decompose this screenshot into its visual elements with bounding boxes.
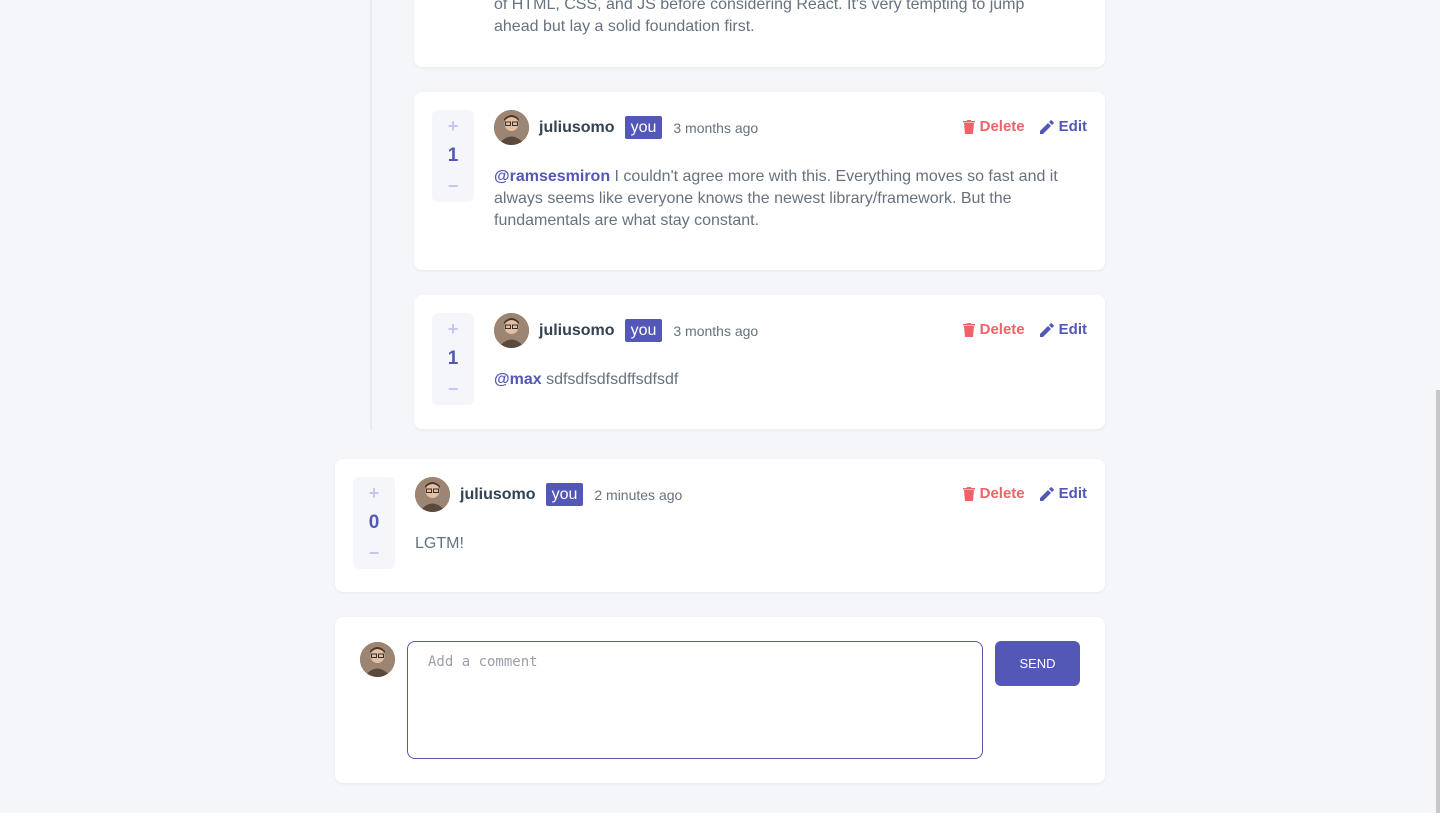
you-badge: you xyxy=(624,319,663,342)
comment-text-line: of HTML, CSS, and JS before considering … xyxy=(494,0,1025,13)
delete-label: Delete xyxy=(979,485,1025,502)
edit-button[interactable]: Edit xyxy=(1039,485,1087,502)
avatar-image xyxy=(494,313,529,348)
downvote-button[interactable]: − xyxy=(448,170,459,202)
vote-score: 0 xyxy=(368,512,380,533)
upvote-button[interactable]: + xyxy=(448,313,459,345)
avatar-image xyxy=(494,110,529,145)
edit-label: Edit xyxy=(1058,321,1087,338)
edit-button[interactable]: Edit xyxy=(1039,321,1087,338)
downvote-button[interactable]: − xyxy=(448,373,459,405)
comment-text-line: ahead but lay a solid foundation first. xyxy=(494,18,755,35)
upvote-button[interactable]: + xyxy=(448,110,459,142)
delete-button[interactable]: Delete xyxy=(962,485,1025,502)
you-badge: you xyxy=(624,116,663,139)
comment-body: @max sdfsdfsdfsdffsdfsdf xyxy=(494,369,1086,391)
avatar xyxy=(494,110,529,145)
mention-link[interactable]: @ramsesmiron xyxy=(494,168,610,185)
username[interactable]: juliusomo xyxy=(539,322,615,340)
timestamp: 3 months ago xyxy=(673,322,759,339)
comment-text: sdfsdfsdfsdffsdfsdf xyxy=(541,371,679,388)
comment-body: @ramsesmiron I couldn't agree more with … xyxy=(494,166,1086,232)
edit-button[interactable]: Edit xyxy=(1039,118,1087,135)
comment-header: juliusomo you 2 minutes ago xyxy=(415,477,682,512)
send-button[interactable]: SEND xyxy=(995,641,1080,686)
add-comment-form: SEND xyxy=(335,617,1105,783)
avatar xyxy=(415,477,450,512)
vote-widget: + 1 − xyxy=(432,313,474,405)
vote-score: 1 xyxy=(447,145,459,166)
upvote-button[interactable]: + xyxy=(369,477,380,509)
edit-label: Edit xyxy=(1058,485,1087,502)
comments-page: of HTML, CSS, and JS before considering … xyxy=(0,0,1440,813)
reply-card: + 1 − juliusomo you 3 months ago Delete … xyxy=(414,92,1105,270)
vote-widget: + 1 − xyxy=(432,110,474,202)
you-badge: you xyxy=(545,483,584,506)
avatar xyxy=(494,313,529,348)
trash-icon xyxy=(962,486,975,501)
trash-icon xyxy=(962,119,975,134)
pencil-icon xyxy=(1039,322,1054,337)
avatar xyxy=(360,642,395,677)
scrollbar[interactable] xyxy=(1436,390,1440,813)
pencil-icon xyxy=(1039,486,1054,501)
comment-card: of HTML, CSS, and JS before considering … xyxy=(414,0,1105,67)
reply-card: + 1 − juliusomo you 3 months ago Delete … xyxy=(414,295,1105,429)
username[interactable]: juliusomo xyxy=(539,119,615,137)
delete-label: Delete xyxy=(979,118,1025,135)
delete-label: Delete xyxy=(979,321,1025,338)
trash-icon xyxy=(962,322,975,337)
comment-input[interactable] xyxy=(407,641,983,759)
mention-link[interactable]: @max xyxy=(494,371,542,388)
pencil-icon xyxy=(1039,119,1054,134)
comment-header: juliusomo you 3 months ago xyxy=(494,313,758,348)
comment-card: + 0 − juliusomo you 2 minutes ago Delete… xyxy=(335,459,1105,592)
username[interactable]: juliusomo xyxy=(460,486,536,504)
comment-body: LGTM! xyxy=(415,533,1075,555)
downvote-button[interactable]: − xyxy=(369,537,380,569)
avatar-image xyxy=(360,642,395,677)
comment-header: juliusomo you 3 months ago xyxy=(494,110,758,145)
vote-widget: + 0 − xyxy=(353,477,395,569)
timestamp: 3 months ago xyxy=(673,119,759,136)
delete-button[interactable]: Delete xyxy=(962,118,1025,135)
edit-label: Edit xyxy=(1058,118,1087,135)
reply-thread-line xyxy=(370,0,372,430)
comment-actions: Delete Edit xyxy=(962,118,1087,135)
comment-text: LGTM! xyxy=(415,535,464,552)
comment-body: of HTML, CSS, and JS before considering … xyxy=(494,0,1086,38)
comment-actions: Delete Edit xyxy=(962,485,1087,502)
avatar-image xyxy=(415,477,450,512)
comment-actions: Delete Edit xyxy=(962,321,1087,338)
timestamp: 2 minutes ago xyxy=(594,486,683,503)
vote-score: 1 xyxy=(447,348,459,369)
delete-button[interactable]: Delete xyxy=(962,321,1025,338)
